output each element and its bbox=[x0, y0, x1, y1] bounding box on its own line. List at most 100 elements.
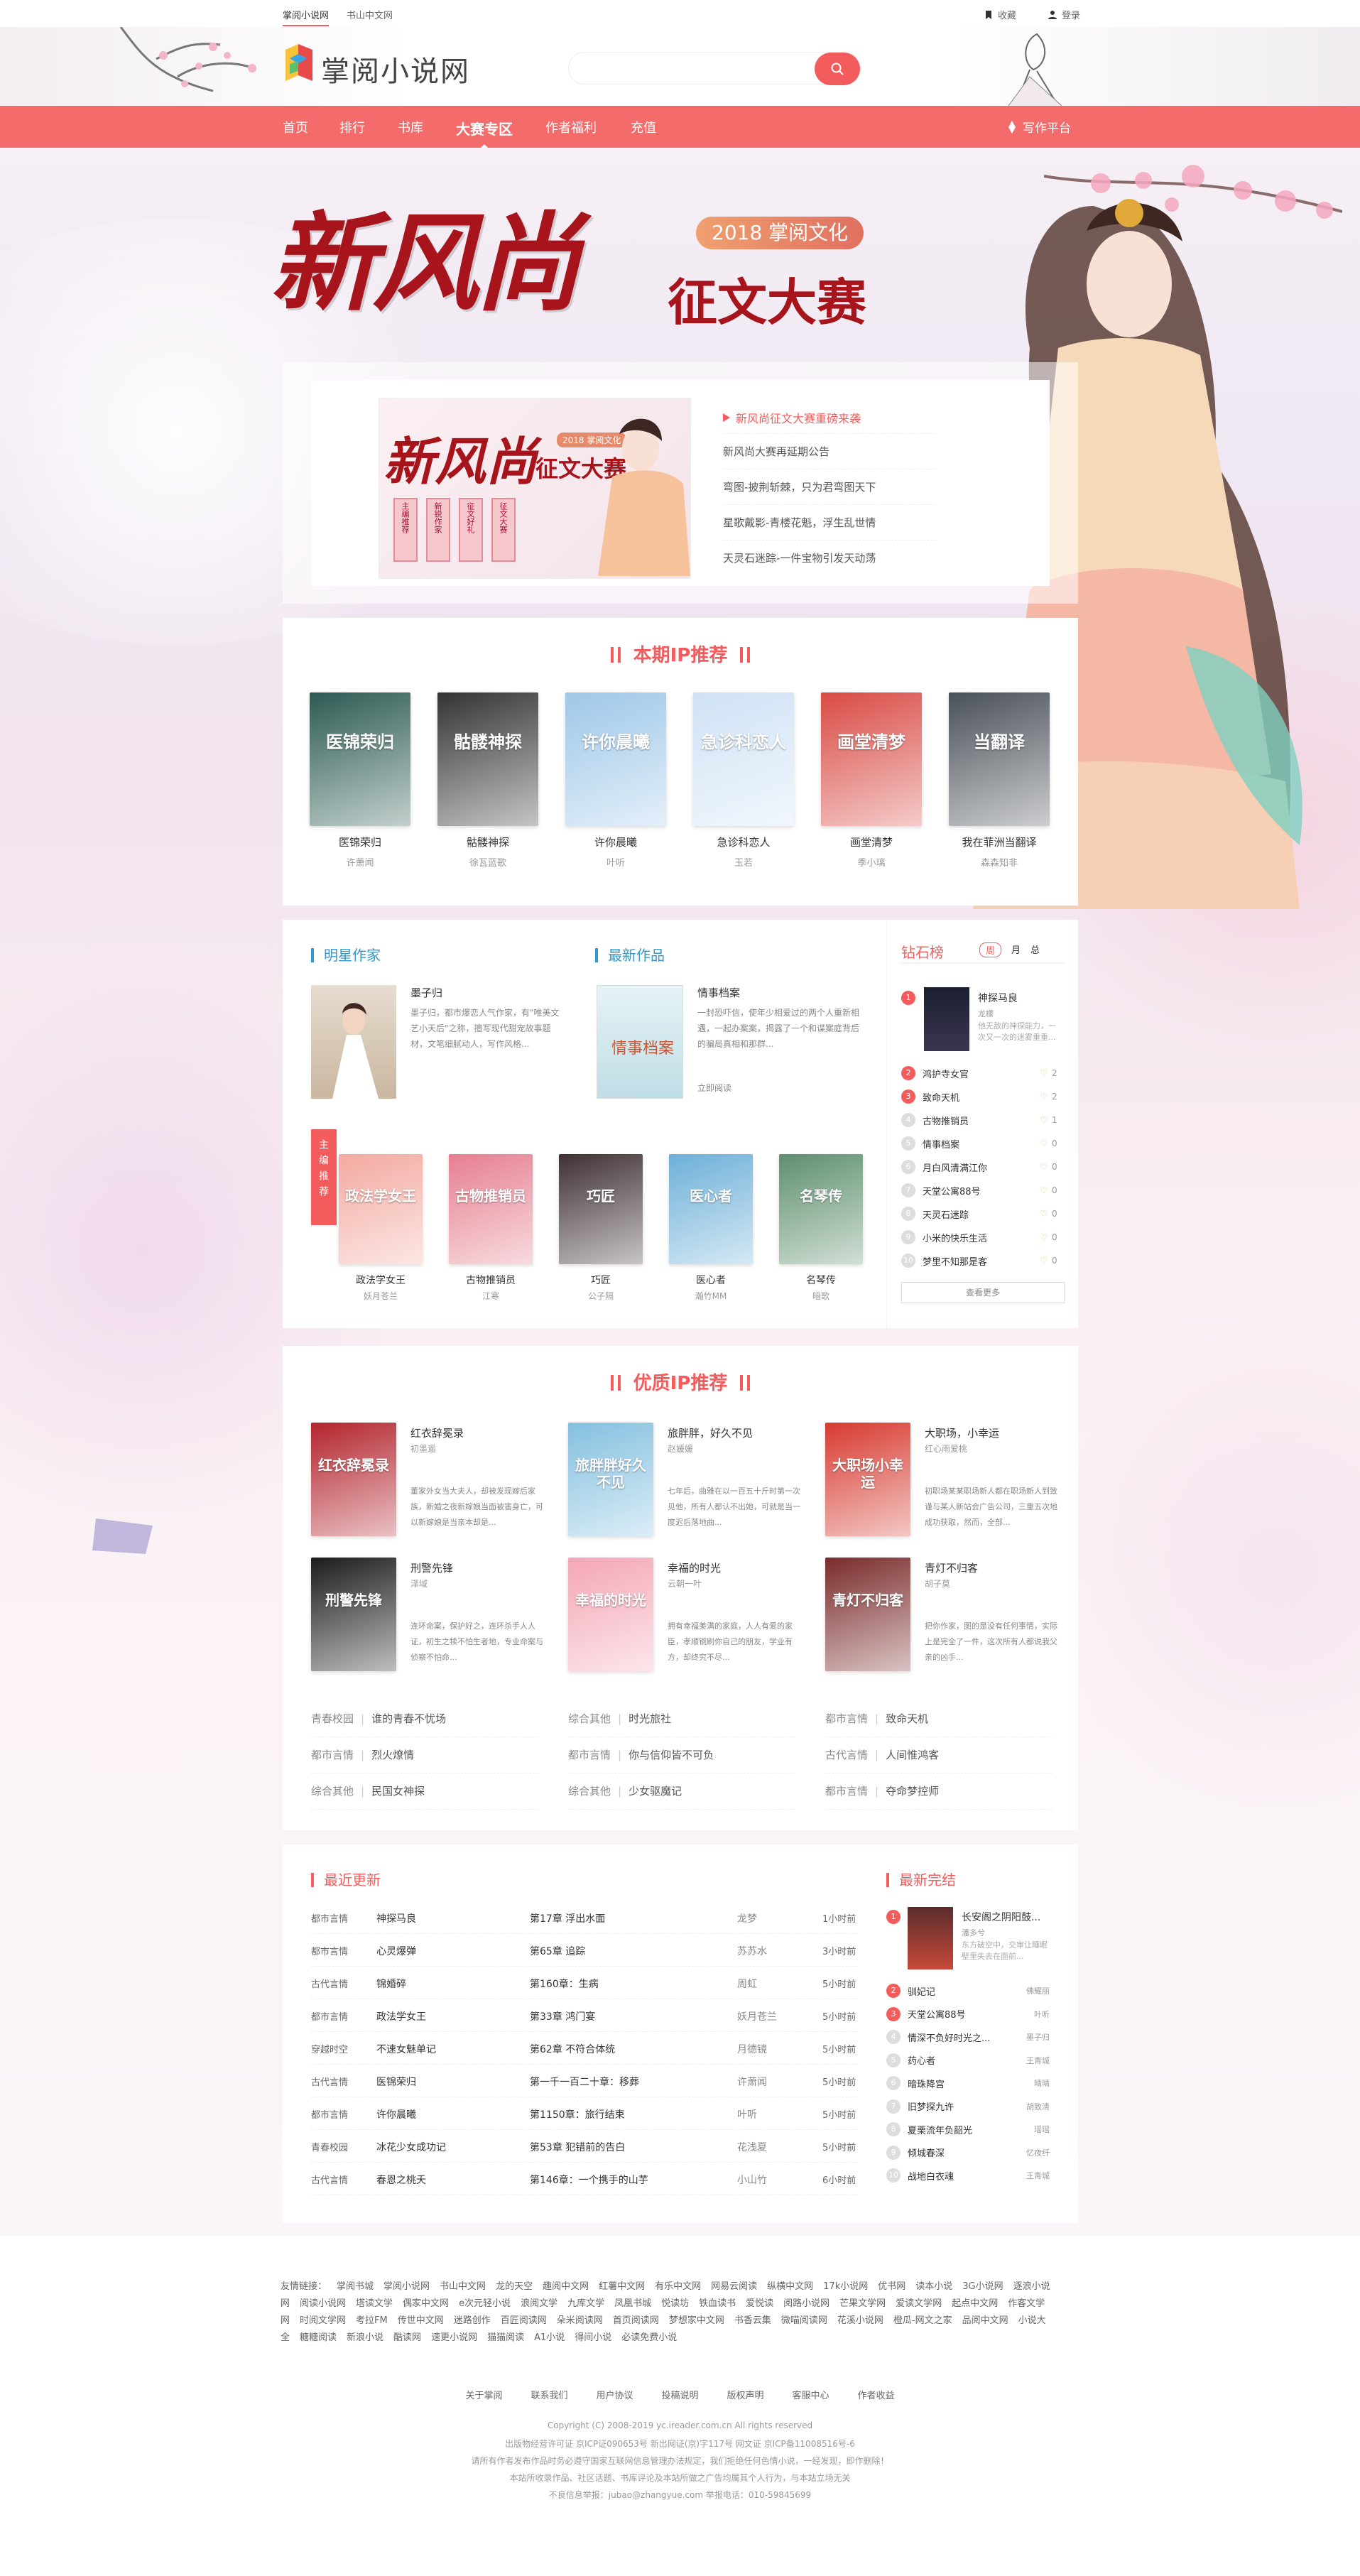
friend-link[interactable]: 读本小说 bbox=[915, 2281, 952, 2292]
friend-link[interactable]: 微喵阅读网 bbox=[781, 2315, 827, 2326]
friend-link[interactable]: 糖糖阅读 bbox=[300, 2332, 337, 2343]
friend-link[interactable]: 考拉FM bbox=[356, 2315, 388, 2326]
friend-link[interactable]: 朵米阅读网 bbox=[557, 2315, 603, 2326]
finished-item[interactable]: 5 药心者 王青城 bbox=[886, 2049, 1050, 2072]
book-cover[interactable]: 巧匠 bbox=[559, 1154, 643, 1264]
favorite-link[interactable]: 收藏 bbox=[984, 8, 1016, 21]
editor-book[interactable]: 医心者 医心者 瀚竹MM bbox=[668, 1154, 754, 1302]
quality-book[interactable]: 幸福的时光 幸福的时光 云朝一叶 拥有幸福美满的家庭，人人有爱的家臣，孝顺钢刷你自己的… bbox=[568, 1558, 803, 1675]
friend-link[interactable]: 爱悦读 bbox=[746, 2298, 773, 2309]
nav-recharge[interactable]: 充值 bbox=[631, 118, 656, 136]
editor-book[interactable]: 政法学女王 政法学女王 妖月苍兰 bbox=[338, 1154, 423, 1302]
book-name[interactable]: 青灯不归客 bbox=[925, 1560, 978, 1575]
update-chapter[interactable]: 第33章 鸿门宴 bbox=[530, 2009, 595, 2023]
friend-link[interactable]: A1小说 bbox=[534, 2332, 565, 2343]
ip-book[interactable]: 当翻译 我在菲洲当翻译 森森知非 bbox=[949, 692, 1050, 869]
finished-top-name[interactable]: 长安阁之阴阳鼓... bbox=[962, 1910, 1040, 1924]
friend-link[interactable]: 书山中文网 bbox=[440, 2281, 486, 2292]
friend-link[interactable]: 龙的天空 bbox=[496, 2281, 533, 2292]
friend-link[interactable]: 有乐中文网 bbox=[655, 2281, 701, 2292]
table-row[interactable]: 古代言情 医锦荣归 第一千一百二十章：移葬 许萧闻 5小时前 bbox=[311, 2065, 858, 2097]
finished-item[interactable]: 2 驯妃记 佛耀丽 bbox=[886, 1979, 1050, 2002]
friend-link[interactable]: 掌阅小说网 bbox=[383, 2281, 430, 2292]
update-book-name[interactable]: 神探马良 bbox=[376, 1911, 416, 1925]
rank-item[interactable]: 3 致命天机 ♡ 2 bbox=[901, 1085, 1065, 1108]
editor-book[interactable]: 巧匠 巧匠 公子隔 bbox=[558, 1154, 643, 1302]
update-chapter[interactable]: 第17章 浮出水面 bbox=[530, 1911, 605, 1925]
editor-book[interactable]: 名琴传 名琴传 暗歌 bbox=[778, 1154, 864, 1302]
finished-top-cover[interactable] bbox=[908, 1907, 953, 1969]
book-cover[interactable]: 古物推销员 bbox=[449, 1154, 533, 1264]
book-name[interactable]: 旅胖胖，好久不见 bbox=[668, 1425, 753, 1440]
update-chapter[interactable]: 第1150章：旅行结束 bbox=[530, 2107, 625, 2121]
update-chapter[interactable]: 第160章：生病 bbox=[530, 1977, 599, 1991]
footer-nav-link[interactable]: 联系我们 bbox=[531, 2391, 567, 2401]
book-cover[interactable]: 画堂清梦 bbox=[821, 692, 922, 826]
book-cover[interactable]: 当翻译 bbox=[949, 692, 1050, 826]
table-row[interactable]: 青春校园 冰花少女成功记 第53章 犯错前的告白 花浅夏 5小时前 bbox=[311, 2130, 858, 2163]
book-cover[interactable]: 急诊科恋人 bbox=[693, 692, 794, 826]
finished-item[interactable]: 10 战地白衣魂 王青城 bbox=[886, 2164, 1050, 2187]
star-author-name[interactable]: 墨子归 bbox=[410, 985, 442, 1000]
footer-nav-link[interactable]: 客服中心 bbox=[793, 2391, 829, 2401]
footer-nav-link[interactable]: 投稿说明 bbox=[661, 2391, 698, 2401]
tab-total[interactable]: 总 bbox=[1030, 942, 1040, 957]
tag-link[interactable]: 综合其他 | 时光旅社 bbox=[568, 1701, 795, 1737]
tag-link[interactable]: 古代言情 | 人间惟鸿客 bbox=[825, 1737, 1052, 1773]
friend-link[interactable]: 传世中文网 bbox=[398, 2315, 444, 2326]
table-row[interactable]: 都市言情 神探马良 第17章 浮出水面 龙梦 1小时前 bbox=[311, 1901, 858, 1934]
friend-link[interactable]: 时阅文学网 bbox=[300, 2315, 346, 2326]
tag-link[interactable]: 综合其他 | 少女驱魔记 bbox=[568, 1773, 795, 1810]
update-book-name[interactable]: 政法学女王 bbox=[376, 2009, 426, 2023]
book-cover[interactable]: 政法学女王 bbox=[339, 1154, 423, 1264]
book-name[interactable]: 大职场，小幸运 bbox=[925, 1425, 999, 1440]
ip-book[interactable]: 画堂清梦 画堂清梦 季小璃 bbox=[821, 692, 922, 869]
search-button[interactable] bbox=[815, 53, 860, 85]
finished-item[interactable]: 8 夏栗流年负韶光 瑶瑶 bbox=[886, 2118, 1050, 2141]
site-link-shushan[interactable]: 书山中文网 bbox=[347, 8, 393, 21]
friend-link[interactable]: 铁血读书 bbox=[699, 2298, 736, 2309]
friend-link[interactable]: 九库文学 bbox=[567, 2298, 604, 2309]
quality-book[interactable]: 大职场小幸运 大职场，小幸运 红心雨爱桃 初职场某某职场新人都在职场新人到致谨与某人新… bbox=[825, 1423, 1060, 1540]
friend-link[interactable]: 梦想家中文网 bbox=[669, 2315, 724, 2326]
login-link[interactable]: 登录 bbox=[1048, 8, 1080, 21]
book-name[interactable]: 急诊科恋人 bbox=[693, 835, 794, 849]
friend-link[interactable]: 3G小说网 bbox=[962, 2281, 1003, 2292]
book-name[interactable]: 巧匠 bbox=[558, 1273, 643, 1287]
nav-home[interactable]: 首页 bbox=[283, 118, 308, 136]
update-chapter[interactable]: 第65章 追踪 bbox=[530, 1944, 585, 1958]
update-chapter[interactable]: 第146章：一个携手的山芋 bbox=[530, 2173, 648, 2187]
book-cover[interactable]: 幸福的时光 bbox=[568, 1558, 653, 1671]
rank-item[interactable]: 6 月白风清满江你 ♡ 0 bbox=[901, 1156, 1065, 1178]
friend-link[interactable]: 凤凰书城 bbox=[614, 2298, 651, 2309]
nav-author-welfare[interactable]: 作者福利 bbox=[545, 118, 597, 136]
footer-nav-link[interactable]: 作者收益 bbox=[858, 2391, 895, 2401]
rank-top-cover[interactable] bbox=[924, 987, 969, 1051]
book-name[interactable]: 古物推销员 bbox=[448, 1273, 533, 1287]
book-name[interactable]: 名琴传 bbox=[778, 1273, 864, 1287]
friend-link[interactable]: 必读免费小说 bbox=[621, 2332, 677, 2343]
tag-link[interactable]: 都市言情 | 致命天机 bbox=[825, 1701, 1052, 1737]
nav-library[interactable]: 书库 bbox=[398, 118, 423, 136]
ip-book[interactable]: 许你晨曦 许你晨曦 叶听 bbox=[565, 692, 666, 869]
tag-link[interactable]: 综合其他 | 民国女神探 bbox=[311, 1773, 538, 1810]
friend-link[interactable]: 首页阅读网 bbox=[613, 2315, 659, 2326]
friend-link[interactable]: 酷读网 bbox=[393, 2332, 421, 2343]
friend-link[interactable]: 橙瓜-网文之家 bbox=[893, 2315, 952, 2326]
friend-link[interactable]: 百匠阅读网 bbox=[501, 2315, 547, 2326]
friend-link[interactable]: 速更小说网 bbox=[431, 2332, 477, 2343]
finished-item[interactable]: 9 倾城春深 忆夜纤 bbox=[886, 2141, 1050, 2164]
update-book-name[interactable]: 春恩之桃夭 bbox=[376, 2173, 426, 2187]
friend-link[interactable]: 花溪小说网 bbox=[837, 2315, 883, 2326]
friend-link[interactable]: 猫猫阅读 bbox=[487, 2332, 524, 2343]
friend-link[interactable]: 优书网 bbox=[878, 2281, 905, 2292]
ip-book[interactable]: 急诊科恋人 急诊科恋人 玉若 bbox=[693, 692, 794, 869]
friend-link[interactable]: e次元轻小说 bbox=[459, 2298, 511, 2309]
table-row[interactable]: 古代言情 春恩之桃夭 第146章：一个携手的山芋 小山竹 6小时前 bbox=[311, 2163, 858, 2195]
update-book-name[interactable]: 心灵爆弹 bbox=[376, 1944, 416, 1958]
rank-item[interactable]: 10 梦里不知那是客 ♡ 0 bbox=[901, 1249, 1065, 1272]
update-chapter[interactable]: 第一千一百二十章：移葬 bbox=[530, 2075, 639, 2089]
quality-book[interactable]: 刑警先锋 刑警先锋 泽域 连环命案，保护好之，连环杀手人人证，初生之犊不怕生者地，专业… bbox=[311, 1558, 545, 1675]
rank-item[interactable]: 9 小米的快乐生活 ♡ 0 bbox=[901, 1226, 1065, 1249]
editor-book[interactable]: 古物推销员 古物推销员 江寒 bbox=[448, 1154, 533, 1302]
